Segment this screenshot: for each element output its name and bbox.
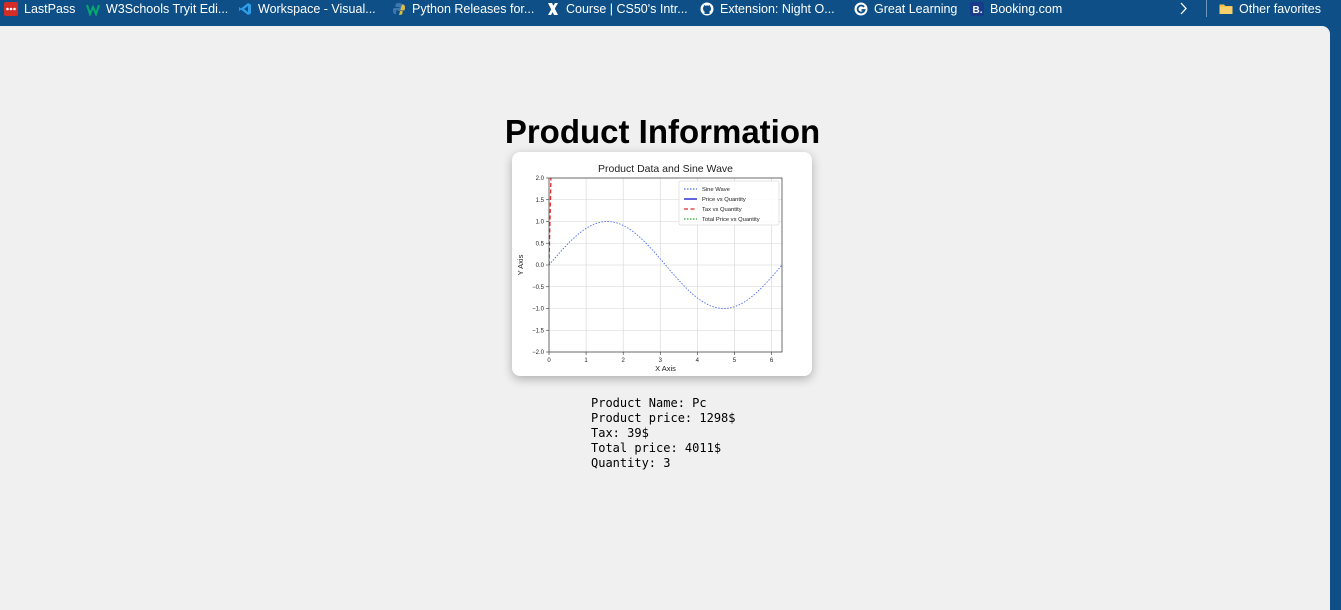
bookmark-label: Great Learning [874, 1, 958, 16]
x-axis-label: X Axis [655, 364, 676, 373]
x-tick-label: 4 [696, 358, 700, 364]
svg-text:B.: B. [973, 5, 983, 16]
bookmark-w3schools[interactable]: W3Schools Tryit Edi... [86, 0, 228, 17]
bookmark-lastpass[interactable]: LastPass [4, 0, 75, 17]
legend-label: Total Price vs Quantity [702, 217, 760, 223]
y-tick-label: 0.0 [536, 263, 545, 269]
bookmark-night-owl[interactable]: Extension: Night O... [700, 0, 835, 17]
tax-line: Tax: 39$ [591, 426, 649, 440]
bookmark-label: LastPass [24, 1, 76, 16]
folder-icon [1219, 4, 1233, 14]
bookmark-great-learning[interactable]: Great Learning [854, 0, 957, 17]
y-tick-label: 0.5 [536, 241, 545, 247]
scrollbar[interactable] [1330, 26, 1341, 610]
quantity-line: Quantity: 3 [591, 456, 671, 470]
favorites-bar: LastPass W3Schools Tryit Edi... Workspac… [0, 0, 1341, 26]
x-tick-label: 6 [770, 358, 774, 364]
total-price-line: Total price: 4011$ [591, 441, 722, 455]
product-name-line: Product Name: Pc [591, 396, 707, 410]
lastpass-icon [4, 1, 18, 16]
chart-card: Product Data and Sine Wave 2.0 1.5 1.0 0.5 0.… [512, 152, 812, 376]
other-favorites-button[interactable]: Other favorites [1219, 0, 1321, 17]
vscode-icon [239, 2, 251, 15]
y-tick-label: −0.5 [532, 285, 545, 291]
bookmark-workspace[interactable]: Workspace - Visual... [238, 0, 376, 17]
y-tick-label: 1.5 [536, 198, 545, 204]
y-tick-label: 2.0 [536, 176, 545, 182]
x-tick-label: 5 [733, 358, 737, 364]
edx-x-icon [548, 2, 558, 15]
product-price-line: Product price: 1298$ [591, 411, 736, 425]
github-icon [700, 2, 714, 15]
great-learning-icon [854, 2, 868, 15]
y-tick-label: −1.0 [532, 307, 545, 313]
booking-icon: B. [970, 1, 984, 16]
y-tick-label: 1.0 [536, 220, 545, 226]
y-tick-label: −2.0 [532, 350, 545, 356]
bookmark-label: Extension: Night O... [720, 1, 835, 16]
legend-label: Tax vs Quantity [702, 207, 742, 213]
bookmark-booking[interactable]: B. Booking.com [970, 0, 1062, 17]
page-title: Product Information [504, 113, 821, 150]
bookmark-label: Workspace - Visual... [258, 1, 376, 16]
legend-label: Sine Wave [702, 187, 730, 193]
x-tick-label: 0 [547, 358, 551, 364]
bookmark-label: W3Schools Tryit Edi... [106, 1, 229, 16]
bookmark-cs50[interactable]: Course | CS50's Intr... [546, 0, 688, 17]
legend-label: Price vs Quantity [702, 197, 746, 203]
x-tick-label: 1 [584, 358, 588, 364]
bookmark-label: Course | CS50's Intr... [566, 1, 688, 16]
python-icon [393, 2, 405, 15]
chevron-right-icon[interactable] [1176, 0, 1190, 17]
y-axis-label: Y Axis [516, 254, 525, 275]
y-tick-label: −1.5 [532, 328, 545, 334]
product-info: Product Name: Pc Product price: 1298$ Ta… [591, 396, 736, 471]
bookmark-label: Python Releases for... [412, 1, 535, 16]
chart-title: Product Data and Sine Wave [598, 163, 733, 175]
x-tick-label: 2 [621, 358, 625, 364]
bookmark-python[interactable]: Python Releases for... [392, 0, 534, 17]
bookmark-label: Booking.com [990, 1, 1063, 16]
divider [1206, 0, 1207, 17]
w3schools-icon [86, 3, 100, 16]
chart: Product Data and Sine Wave 2.0 1.5 1.0 0.5 0.… [516, 163, 783, 373]
other-favorites-label: Other favorites [1239, 1, 1321, 16]
